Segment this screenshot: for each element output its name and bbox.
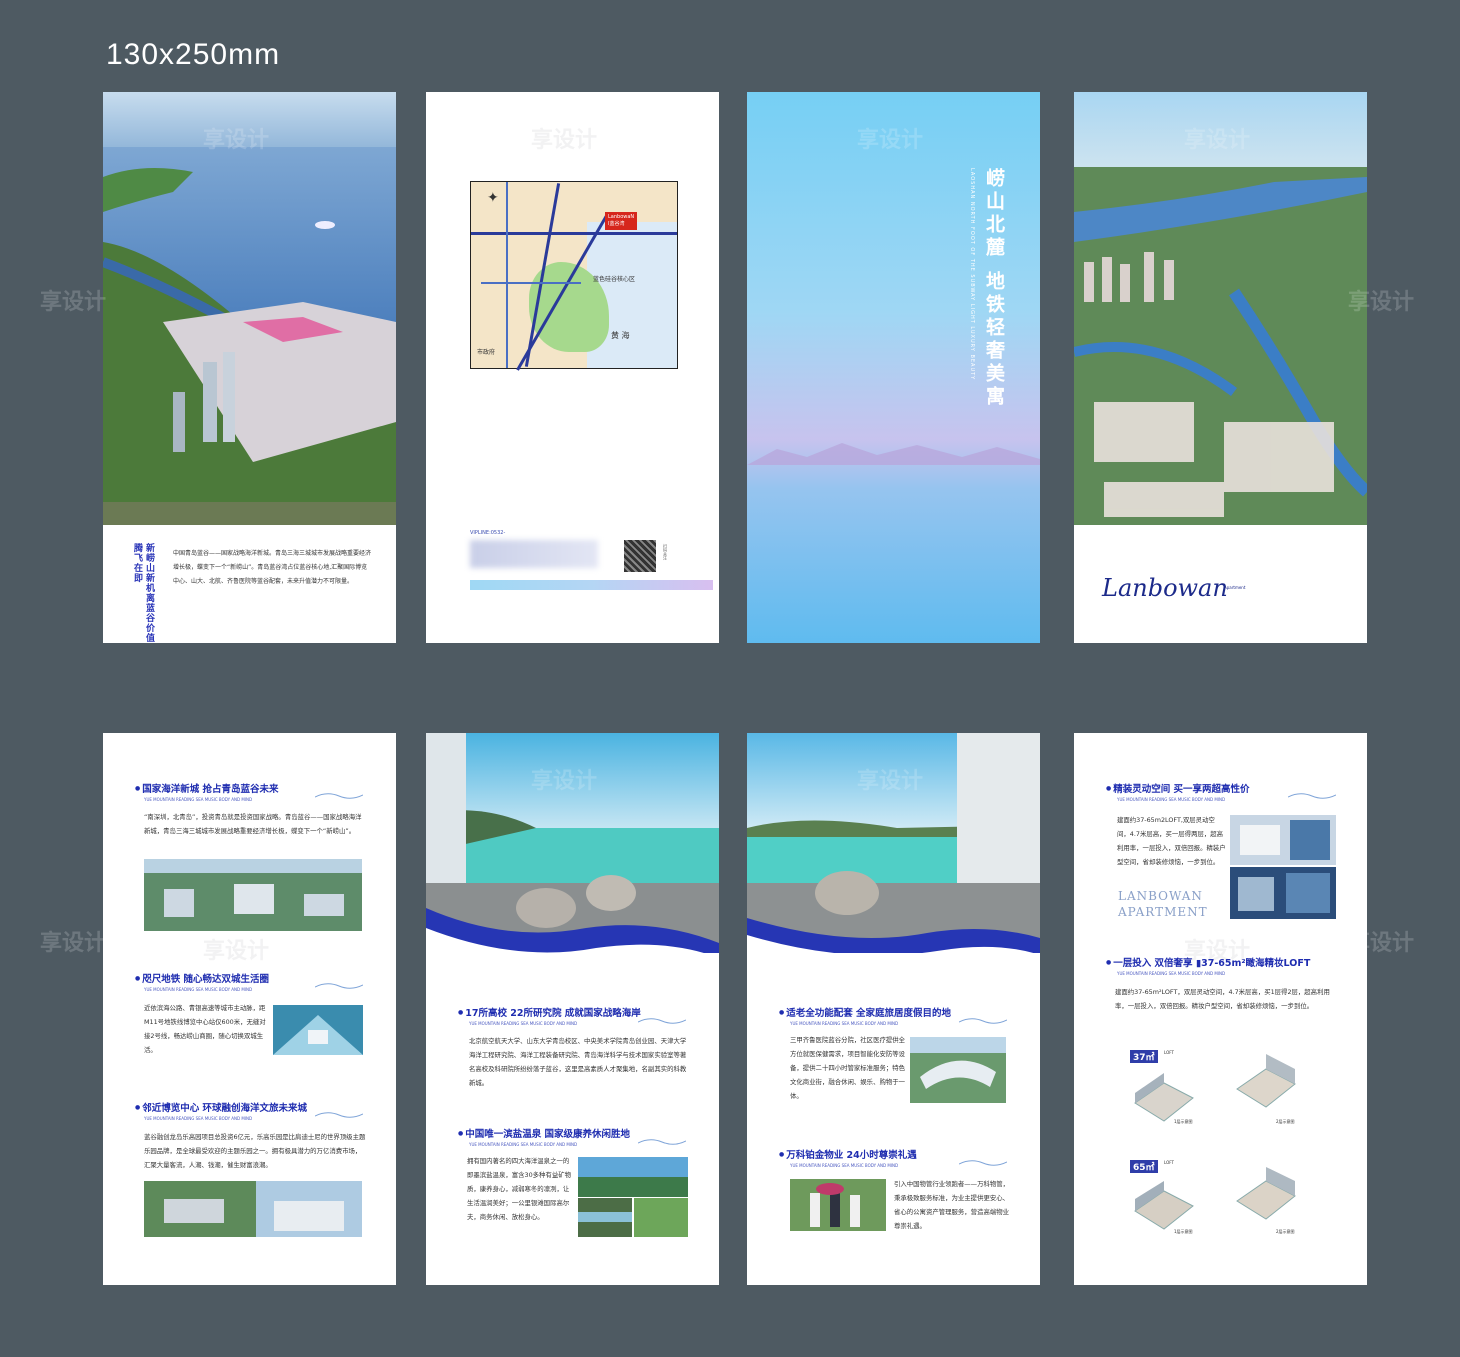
map-road: [481, 282, 581, 284]
wave-decoration-icon: [959, 1018, 1007, 1024]
terrace-sea-photo: [426, 733, 719, 953]
section-subtitle: YUE MOUNTAIN READING SEA MUSIC BODY AND …: [790, 1021, 899, 1026]
section-body: 建面约37-65m²LOFT，双层灵动空间，4.7米层高，买1层得2层，超高利用…: [1115, 988, 1330, 1010]
loft-label: LOFT: [1164, 1160, 1174, 1165]
gradient-bar: [470, 580, 713, 590]
section-body: 引入中国物管行业领跑者——万科物管，秉承极致服务标准，为业主提供更安心、省心的公…: [894, 1180, 1010, 1230]
section-subtitle: YUE MOUNTAIN READING SEA MUSIC BODY AND …: [1117, 797, 1226, 802]
wave-decoration-icon: [1288, 793, 1336, 799]
vertical-title: 新崂山新机离蓝谷价值腾飞在即: [132, 543, 154, 643]
size-label: 130x250mm: [106, 38, 281, 71]
section-body: 建面约37-65m2LOFT,双层灵动空间，4.7米层高，买一层得两层，超高利用…: [1117, 816, 1226, 866]
panel-features-4: 精装灵动空间 买一享两超高性价 YUE MOUNTAIN READING SEA…: [1074, 733, 1367, 1285]
panel-features-2: 17所高校 22所研究院 成就国家战略海岸 YUE MOUNTAIN READI…: [426, 733, 719, 1285]
property-service-photo: [790, 1179, 886, 1231]
floor2-label: 2层示意图: [1276, 1229, 1295, 1234]
section-title: 咫尺地铁 随心畅达双城生活圈: [135, 971, 269, 985]
map-label-core: 蓝色硅谷核心区: [593, 276, 636, 283]
section-subtitle: YUE MOUNTAIN READING SEA MUSIC BODY AND …: [144, 1116, 253, 1121]
section-body: 北京航空航天大学、山东大学青岛校区、中央美术学院青岛创业园、天津大学海洋工程研究…: [469, 1037, 687, 1087]
panel-features-3: 适老全功能配套 全家庭旅居度假目的地 YUE MOUNTAIN READING …: [747, 733, 1040, 1285]
plan-size-tag: 37㎡: [1130, 1050, 1158, 1063]
aerial-photo: [103, 92, 396, 525]
wave-decoration-icon: [315, 793, 363, 799]
section-title: 精装灵动空间 买一享两超高性价: [1106, 781, 1249, 795]
floorplan-37-level2: [1236, 1054, 1296, 1108]
brand-logo: Lanbowan: [1102, 574, 1228, 602]
section-subtitle: YUE MOUNTAIN READING SEA MUSIC BODY AND …: [144, 797, 253, 802]
floorplan-65-level1: [1134, 1181, 1194, 1230]
wave-decoration-icon: [638, 1139, 686, 1145]
brand-logo-sup: Apartment: [1224, 585, 1246, 590]
section-title: 适老全功能配套 全家庭旅居度假目的地: [779, 1005, 951, 1019]
city-aerial-photo: [144, 859, 362, 931]
cover-subtitle: LAOSHAN NORTH FOOT OF THE SUBWAY LIGHT L…: [969, 168, 975, 381]
wave-decoration-icon: [638, 1018, 686, 1024]
floor1-label: 1层示意图: [1174, 1229, 1193, 1234]
section-subtitle: YUE MOUNTAIN READING SEA MUSIC BODY AND …: [790, 1163, 899, 1168]
map-label-sea: 黄 海: [611, 331, 630, 340]
panel-features-1: 国家海洋新城 抢占青岛蓝谷未来 YUE MOUNTAIN READING SEA…: [103, 733, 396, 1285]
section-body: 三甲齐鲁医院蓝谷分院，社区医疗提供全方位就医保健需求，项目智能化安防等设备，提供…: [790, 1036, 906, 1100]
hotspring-golf-photos: [578, 1157, 688, 1237]
watermark: 享设计: [40, 931, 107, 956]
section-title: 万科铂金物业 24小时尊崇礼遇: [779, 1147, 917, 1161]
hospital-render-photo: [910, 1037, 1006, 1103]
intro-body: 中国青岛蓝谷——国家战略海洋新城。青岛三海三城城市发展战略重要经济增长极，蝶变下…: [173, 550, 372, 585]
map-road: [506, 182, 508, 368]
section-body: 近依滨海公路、青银高速等城市主动脉，距M11号地铁线博览中心站仅600米，无缝对…: [144, 1004, 266, 1054]
floor1-label: 1层示意图: [1174, 1119, 1193, 1124]
interior-photos: [1230, 815, 1336, 919]
section-subtitle: YUE MOUNTAIN READING SEA MUSIC BODY AND …: [1117, 971, 1226, 976]
floorplan-37-level1: [1134, 1073, 1194, 1122]
watermark: 享设计: [203, 939, 270, 964]
map-road: [471, 232, 677, 235]
town-aerial-photo: [1074, 92, 1367, 525]
section-subtitle: YUE MOUNTAIN READING SEA MUSIC BODY AND …: [144, 987, 253, 992]
panel-location-map: LanbowaN Ⅰ蓝谷湾 黄 海 市政府 蓝色硅谷核心区 ✦ VIPLINE:0…: [426, 92, 719, 643]
loft-label: LOFT: [1164, 1050, 1174, 1055]
section-title: 一层投入 双倍奢享 ▮37-65m²瞰海精妆LOFT: [1106, 955, 1310, 969]
subway-photo: [273, 1005, 363, 1055]
panel-sky-cover: 崂山北麓 地铁轻奢美寓 LAOSHAN NORTH FOOT OF THE SU…: [747, 92, 1040, 643]
panel-brand-aerial: Lanbowan Apartment 享设计: [1074, 92, 1367, 643]
watermark: 享设计: [40, 290, 107, 315]
mountain-silhouette: [747, 443, 1040, 465]
section-subtitle: YUE MOUNTAIN READING SEA MUSIC BODY AND …: [469, 1021, 578, 1026]
section-body: “南深圳，北青岛”，投资青岛就是投资国家战略。青岛蓝谷——国家战略海洋新城，青岛…: [144, 813, 362, 835]
plan-size-tag: 65㎡: [1130, 1160, 1158, 1173]
location-map: LanbowaN Ⅰ蓝谷湾 黄 海 市政府 蓝色硅谷核心区 ✦: [470, 181, 678, 371]
watermark: 享设计: [531, 128, 598, 153]
section-body: 蓝谷融创龙岛乐高园项目总投资6亿元，乐高乐园是比肩迪士尼的世界顶级主题乐园品牌，…: [144, 1133, 366, 1169]
map-label-gov: 市政府: [477, 349, 496, 356]
faint-logo: LANBOWAN APARTMENT: [1118, 889, 1208, 919]
intro-text-block: 新崂山新机离蓝谷价值腾飞在即 中国青岛蓝谷——国家战略海洋新城。青岛三海三城城市…: [103, 525, 396, 643]
section-body: 拥有国内著名的四大海洋温泉之一的即墨滨盐温泉，富含30多种有益矿物质，康养身心，…: [467, 1157, 571, 1221]
contact-line: VIPLINE:0532-: [470, 530, 506, 536]
cover-title: 崂山北麓 地铁轻奢美寓: [983, 168, 1005, 409]
wave-decoration-icon: [959, 1160, 1007, 1166]
terrace-bay-photo: [747, 733, 1040, 953]
compass-icon: ✦: [487, 190, 499, 206]
section-title: 邻近博览中心 环球融创海洋文旅未来城: [135, 1100, 307, 1114]
wave-decoration-icon: [315, 1112, 363, 1118]
wave-decoration-icon: [315, 983, 363, 989]
blurred-phone: [470, 540, 598, 568]
section-title: 17所高校 22所研究院 成就国家战略海岸: [458, 1005, 641, 1019]
floorplan-65-level2: [1236, 1167, 1296, 1220]
section-title: 国家海洋新城 抢占青岛蓝谷未来: [135, 781, 278, 795]
map-project-badge: LanbowaN Ⅰ蓝谷湾: [605, 212, 638, 230]
panel-cover-aerial: 新崂山新机离蓝谷价值腾飞在即 中国青岛蓝谷——国家战略海洋新城。青岛三海三城城市…: [103, 92, 396, 643]
section-subtitle: YUE MOUNTAIN READING SEA MUSIC BODY AND …: [469, 1142, 578, 1147]
floor2-label: 2层示意图: [1276, 1119, 1295, 1124]
qr-code: [624, 540, 656, 572]
qr-label: 扫码关注: [663, 544, 668, 560]
expo-photo: [144, 1181, 362, 1237]
section-title: 中国唯一滨盐温泉 国家级康养休闲胜地: [458, 1126, 630, 1140]
